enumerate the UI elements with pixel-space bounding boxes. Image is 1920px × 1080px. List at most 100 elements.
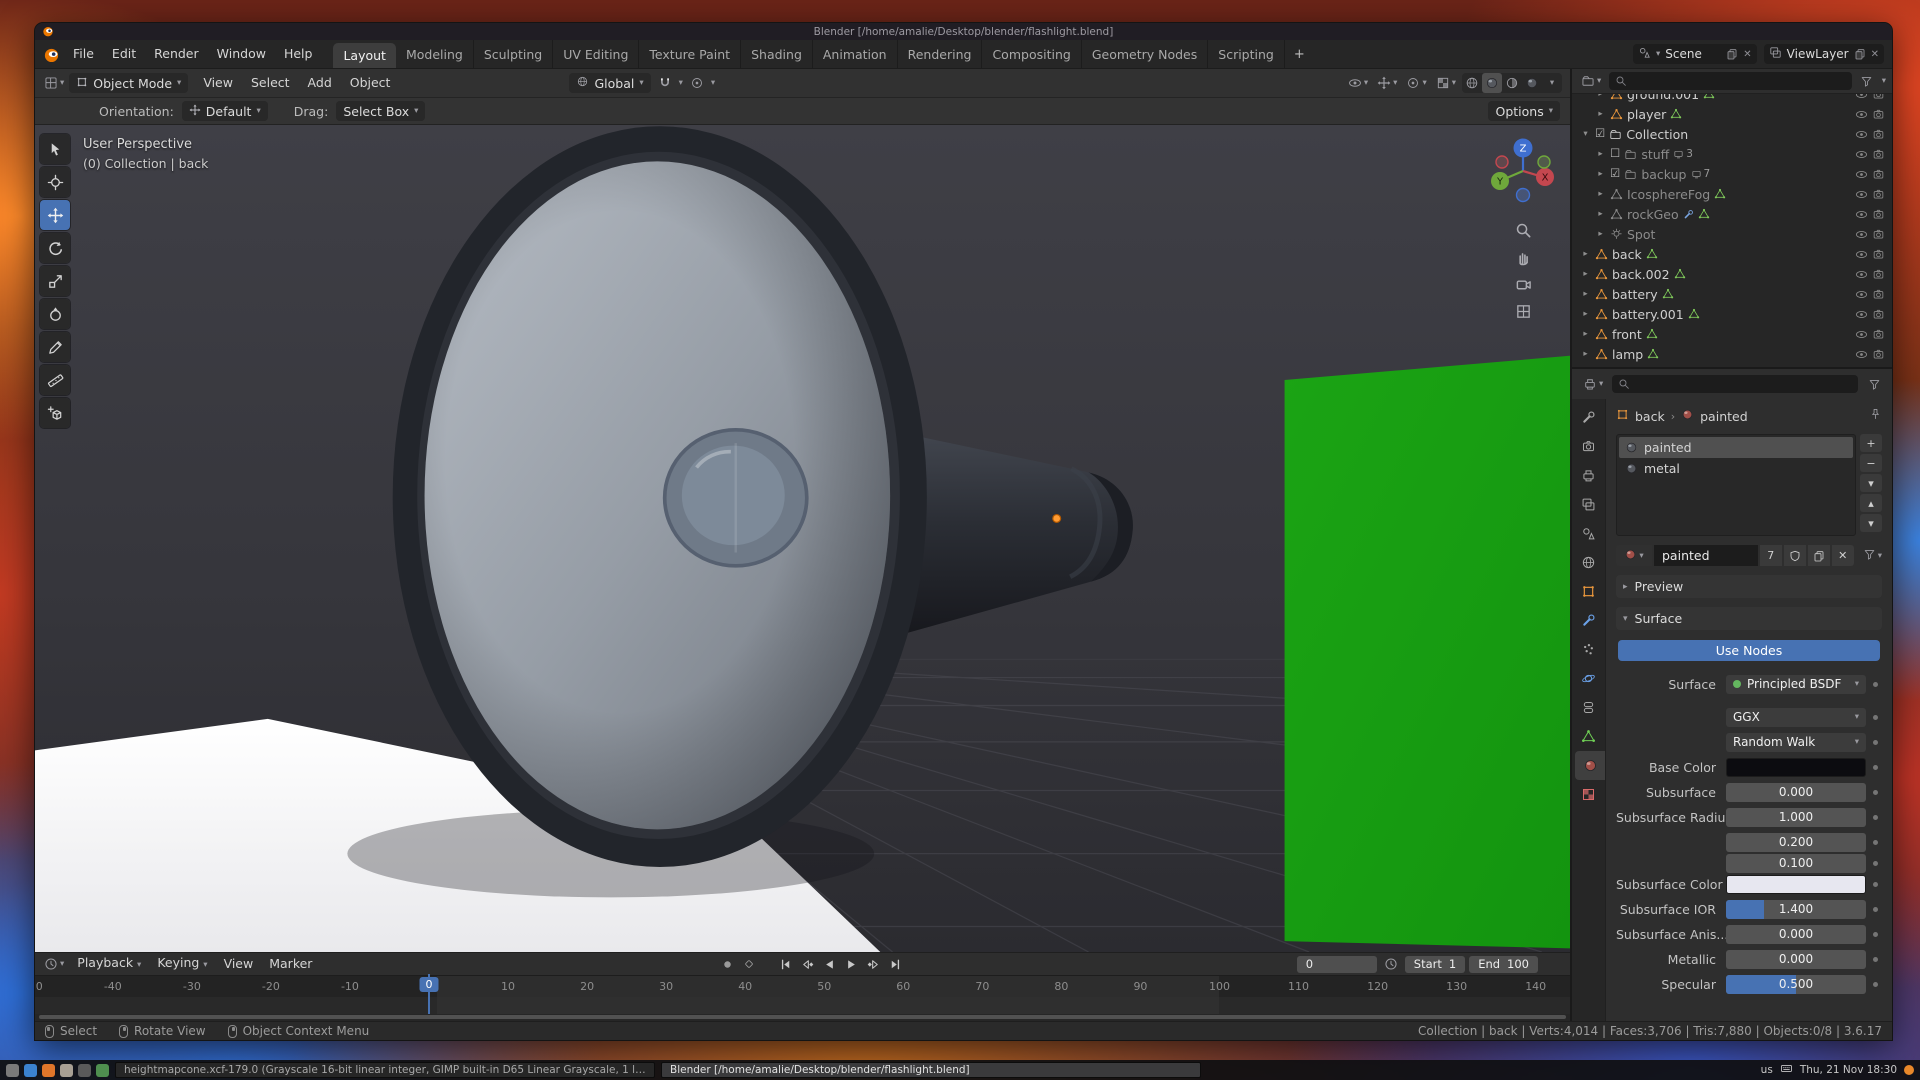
expand-arrow-icon[interactable]: ▾ xyxy=(1580,129,1591,139)
disable-in-renders-icon[interactable] xyxy=(1872,108,1885,121)
expand-arrow-icon[interactable]: ▸ xyxy=(1580,349,1591,359)
outliner-row-back.002[interactable]: ▸ back.002 xyxy=(1572,264,1892,284)
animate-dot[interactable] xyxy=(1869,882,1882,887)
outliner-row-Collection[interactable]: ▾ ☑ Collection xyxy=(1572,124,1892,144)
tool-transform-button[interactable] xyxy=(40,299,70,329)
overlays-icon[interactable]: ▾ xyxy=(1403,73,1429,93)
expand-arrow-icon[interactable]: ▸ xyxy=(1595,149,1606,159)
scrollbar-thumb[interactable] xyxy=(39,1015,1566,1019)
properties-tab-material[interactable] xyxy=(1575,751,1605,780)
tool-add-cube-button[interactable] xyxy=(40,398,70,428)
hide-in-viewport-icon[interactable] xyxy=(1855,128,1868,141)
disable-in-renders-icon[interactable] xyxy=(1872,228,1885,241)
tool-cursor-button[interactable] xyxy=(40,167,70,197)
shading-wireframe-icon[interactable] xyxy=(1462,73,1482,93)
menu-render[interactable]: Render xyxy=(145,40,208,68)
tool-move-button[interactable] xyxy=(40,200,70,230)
dropdown-row-1[interactable]: GGX▾ xyxy=(1726,708,1866,727)
timeline-menu-playback[interactable]: Playback ▾ xyxy=(69,953,149,975)
disable-in-renders-icon[interactable] xyxy=(1872,188,1885,201)
timeline-editor-icon[interactable]: ▾ xyxy=(41,954,67,974)
hide-in-viewport-icon[interactable] xyxy=(1855,288,1868,301)
outliner-row-back[interactable]: ▸ back xyxy=(1572,244,1892,264)
hide-in-viewport-icon[interactable] xyxy=(1855,94,1868,101)
expand-arrow-icon[interactable]: ▸ xyxy=(1580,289,1591,299)
properties-tab-texture[interactable] xyxy=(1572,780,1605,809)
taskbar-gimp-icon[interactable] xyxy=(60,1064,73,1077)
exclude-checkbox[interactable]: ☑ xyxy=(1610,168,1620,180)
properties-tab-render[interactable] xyxy=(1572,432,1605,461)
play-reverse-icon[interactable] xyxy=(819,954,840,974)
outliner-row-stuff[interactable]: ▸ ☐ stuff 3 xyxy=(1572,144,1892,164)
animate-dot[interactable] xyxy=(1869,907,1882,912)
outliner-row-battery[interactable]: ▸ battery xyxy=(1572,284,1892,304)
users-count-button[interactable]: 7 xyxy=(1760,545,1782,566)
expand-arrow-icon[interactable]: ▸ xyxy=(1580,249,1591,259)
hide-in-viewport-icon[interactable] xyxy=(1855,208,1868,221)
disable-in-renders-icon[interactable] xyxy=(1872,288,1885,301)
snap-magnet-icon[interactable] xyxy=(655,73,675,93)
outliner-row-backup[interactable]: ▸ ☑ backup 7 xyxy=(1572,164,1892,184)
taskbar-apps-icon[interactable] xyxy=(6,1064,19,1077)
next-keyframe-icon[interactable] xyxy=(863,954,884,974)
window-titlebar[interactable]: Blender [/home/amalie/Desktop/blender/fl… xyxy=(35,23,1892,40)
hide-in-viewport-icon[interactable] xyxy=(1855,248,1868,261)
field-subsurface-anis-[interactable]: 0.000 xyxy=(1726,925,1866,944)
shading-solid-icon[interactable] xyxy=(1482,73,1502,93)
remove-viewlayer-icon[interactable]: ✕ xyxy=(1871,49,1879,60)
disable-in-renders-icon[interactable] xyxy=(1872,328,1885,341)
tool-scale-button[interactable] xyxy=(40,266,70,296)
use-nodes-button[interactable]: Use Nodes xyxy=(1618,640,1880,661)
field-row-6[interactable]: 0.200 xyxy=(1726,833,1866,852)
play-icon[interactable] xyxy=(841,954,862,974)
hand-icon[interactable] xyxy=(1515,249,1532,266)
expand-arrow-icon[interactable]: ▸ xyxy=(1595,94,1606,99)
disable-in-renders-icon[interactable] xyxy=(1872,94,1885,101)
disable-in-renders-icon[interactable] xyxy=(1872,248,1885,261)
outliner-row-Spot[interactable]: ▸ Spot xyxy=(1572,224,1892,244)
outliner-row-IcosphereFog[interactable]: ▸ IcosphereFog xyxy=(1572,184,1892,204)
field-row-7[interactable]: 0.100 xyxy=(1726,854,1866,873)
expand-arrow-icon[interactable]: ▸ xyxy=(1595,209,1606,219)
outliner-row-battery.001[interactable]: ▸ battery.001 xyxy=(1572,304,1892,324)
field-subsurface-ior[interactable]: 1.400 xyxy=(1726,900,1866,919)
fake-user-shield-icon[interactable] xyxy=(1784,545,1806,566)
outliner-search-input[interactable] xyxy=(1609,72,1851,90)
menu-window[interactable]: Window xyxy=(208,40,275,68)
breadcrumb-material[interactable]: painted xyxy=(1700,409,1748,424)
field-metallic[interactable]: 0.000 xyxy=(1726,950,1866,969)
filter-icon[interactable] xyxy=(1857,71,1877,91)
workspace-tab-shading[interactable]: Shading xyxy=(741,40,813,68)
workspace-tab-compositing[interactable]: Compositing xyxy=(982,40,1081,68)
new-scene-icon[interactable] xyxy=(1726,48,1738,60)
slot-button-3[interactable]: ▴ xyxy=(1860,494,1882,512)
slot-button-4[interactable]: ▾ xyxy=(1860,514,1882,532)
taskbar-clock[interactable]: Thu, 21 Nov 18:30 xyxy=(1800,1064,1897,1076)
animate-dot[interactable] xyxy=(1869,982,1882,987)
animate-dot[interactable] xyxy=(1869,790,1882,795)
timeline-menu-keying[interactable]: Keying ▾ xyxy=(149,953,215,975)
timeline-scrollbar[interactable] xyxy=(35,1014,1570,1021)
blender-menu-icon[interactable] xyxy=(43,46,60,63)
orientation-dropdown[interactable]: Global▾ xyxy=(569,73,650,93)
slot-button-1[interactable]: − xyxy=(1860,454,1882,472)
add-workspace-button[interactable]: + xyxy=(1285,47,1314,62)
taskbar-window-button[interactable]: Blender [/home/amalie/Desktop/blender/fl… xyxy=(661,1062,1201,1078)
new-material-icon[interactable] xyxy=(1808,545,1830,566)
field-subsurface[interactable]: 0.000 xyxy=(1726,783,1866,802)
animate-dot[interactable] xyxy=(1869,861,1882,866)
gizmo-icon[interactable]: ▾ xyxy=(1374,73,1400,93)
frame-clock-icon[interactable] xyxy=(1381,954,1401,974)
properties-filter-icon[interactable] xyxy=(1864,374,1884,394)
options-dropdown[interactable]: Options▾ xyxy=(1488,101,1560,121)
drag-dropdown[interactable]: Select Box▾ xyxy=(336,101,425,121)
animate-dot[interactable] xyxy=(1869,715,1882,720)
transform-orientation-dropdown[interactable]: Default▾ xyxy=(182,101,268,121)
outliner-row-rockGeo[interactable]: ▸ rockGeo xyxy=(1572,204,1892,224)
viewport-menu-object[interactable]: Object xyxy=(341,69,400,97)
menu-edit[interactable]: Edit xyxy=(103,40,145,68)
properties-editor-icon[interactable]: ▾ xyxy=(1580,374,1606,394)
disable-in-renders-icon[interactable] xyxy=(1872,148,1885,161)
shading-material-icon[interactable] xyxy=(1502,73,1522,93)
properties-tab-particles[interactable] xyxy=(1572,635,1605,664)
